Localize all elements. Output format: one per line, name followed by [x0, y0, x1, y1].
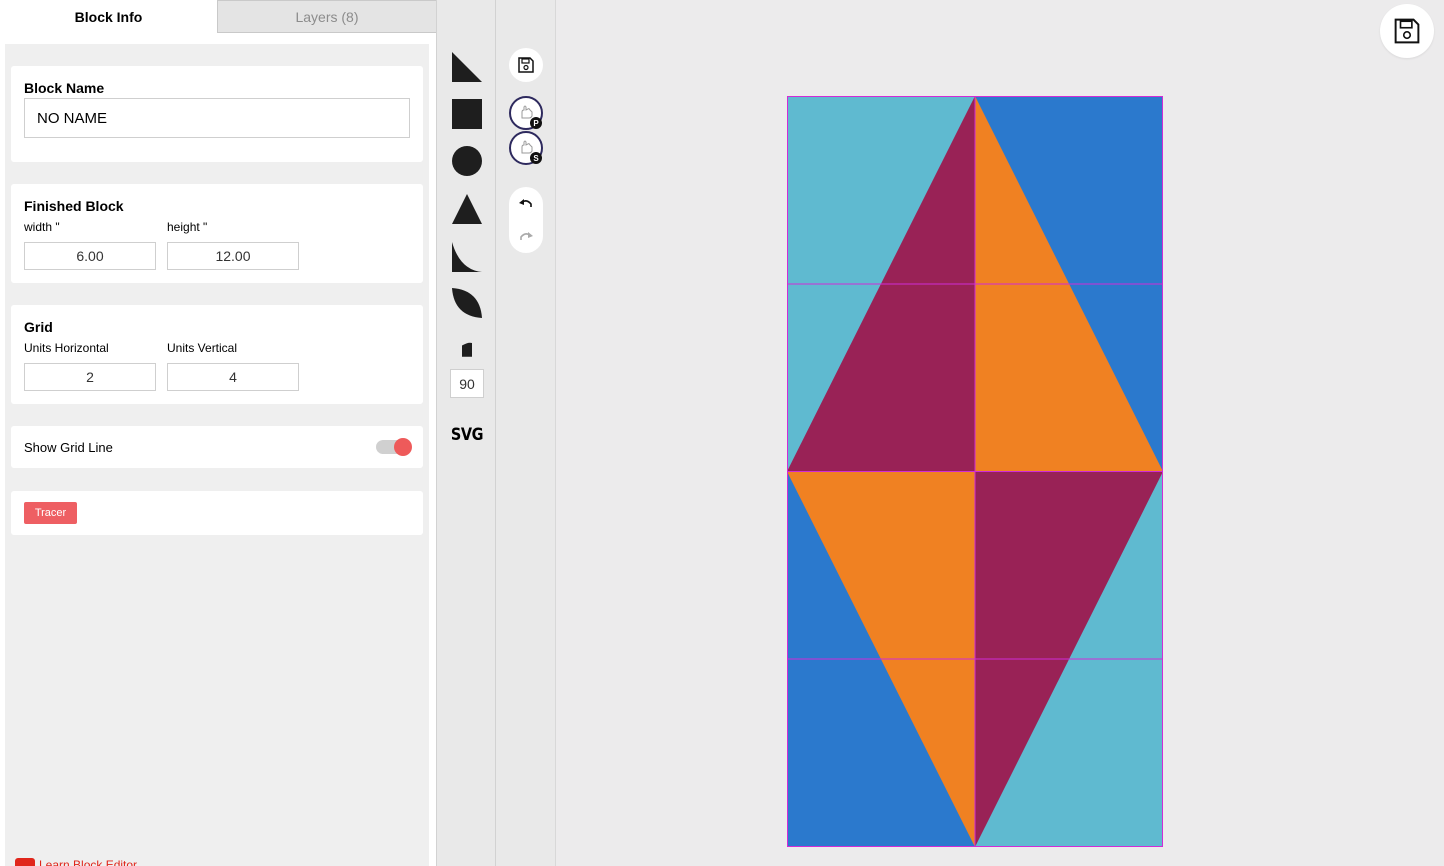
leaf-icon[interactable] [451, 287, 483, 319]
tab-block-info[interactable]: Block Info [0, 0, 217, 33]
panel-body: Block Name NO NAME Finished Block width … [5, 44, 429, 866]
units-horizontal-label: Units Horizontal [24, 341, 109, 355]
half-square-triangle-icon[interactable] [451, 51, 483, 83]
units-vertical-label: Units Vertical [167, 341, 238, 355]
learn-block-editor-link[interactable]: Learn Block Editor [15, 858, 137, 866]
palette-secondary-badge: S [530, 152, 542, 164]
circle-icon[interactable] [451, 145, 483, 177]
save-block-button[interactable] [1380, 4, 1434, 58]
block-info-panel: Block Info Layers (8) Block Name NO NAME… [0, 0, 436, 866]
grid-card: Grid Units Horizontal Units Vertical 2 4 [11, 305, 423, 404]
palette-primary-icon[interactable]: P [509, 96, 543, 130]
palette-primary-badge: P [530, 117, 542, 129]
tracer-card: Tracer [11, 491, 423, 535]
tracer-button[interactable]: Tracer [24, 502, 77, 524]
youtube-icon [15, 858, 35, 866]
finished-block-card: Finished Block width " height " 6.00 12.… [11, 184, 423, 283]
quarter-arc-icon[interactable] [451, 241, 483, 273]
finished-block-title: Finished Block [24, 198, 124, 214]
units-horizontal-input[interactable]: 2 [24, 363, 156, 391]
tools-toolbar: P S [496, 0, 556, 866]
shape-toolbar: 90 SVG [436, 0, 496, 866]
save-icon[interactable] [509, 48, 543, 82]
panel-tabs: Block Info Layers (8) [0, 0, 436, 33]
units-vertical-input[interactable]: 4 [167, 363, 299, 391]
learn-link-label: Learn Block Editor [39, 858, 138, 866]
canvas-area [556, 0, 1444, 866]
show-grid-line-label: Show Grid Line [24, 440, 113, 455]
block-name-input[interactable]: NO NAME [24, 98, 410, 138]
angle-input[interactable]: 90 [450, 369, 484, 398]
grid-title: Grid [24, 319, 53, 335]
toggle-knob [394, 438, 412, 456]
svg-export-button[interactable]: SVG [450, 425, 484, 445]
height-label: height " [167, 220, 208, 234]
palette-secondary-icon[interactable]: S [509, 131, 543, 165]
redo-icon[interactable] [518, 229, 534, 245]
width-input[interactable]: 6.00 [24, 242, 156, 270]
width-label: width " [24, 220, 60, 234]
square-icon[interactable] [451, 98, 483, 130]
undo-redo-group [509, 187, 543, 253]
undo-icon[interactable] [518, 196, 534, 212]
grid-line-toggle[interactable] [376, 438, 412, 456]
grid-line-card: Show Grid Line [11, 426, 423, 468]
quilt-block-canvas[interactable] [787, 96, 1163, 847]
block-name-label: Block Name [24, 80, 105, 96]
block-name-card: Block Name NO NAME [11, 66, 423, 162]
tab-layers[interactable]: Layers (8) [217, 0, 436, 33]
height-input[interactable]: 12.00 [167, 242, 299, 270]
wedge-icon[interactable] [451, 338, 483, 358]
triangle-icon[interactable] [451, 193, 483, 225]
floppy-save-icon [1394, 18, 1420, 44]
